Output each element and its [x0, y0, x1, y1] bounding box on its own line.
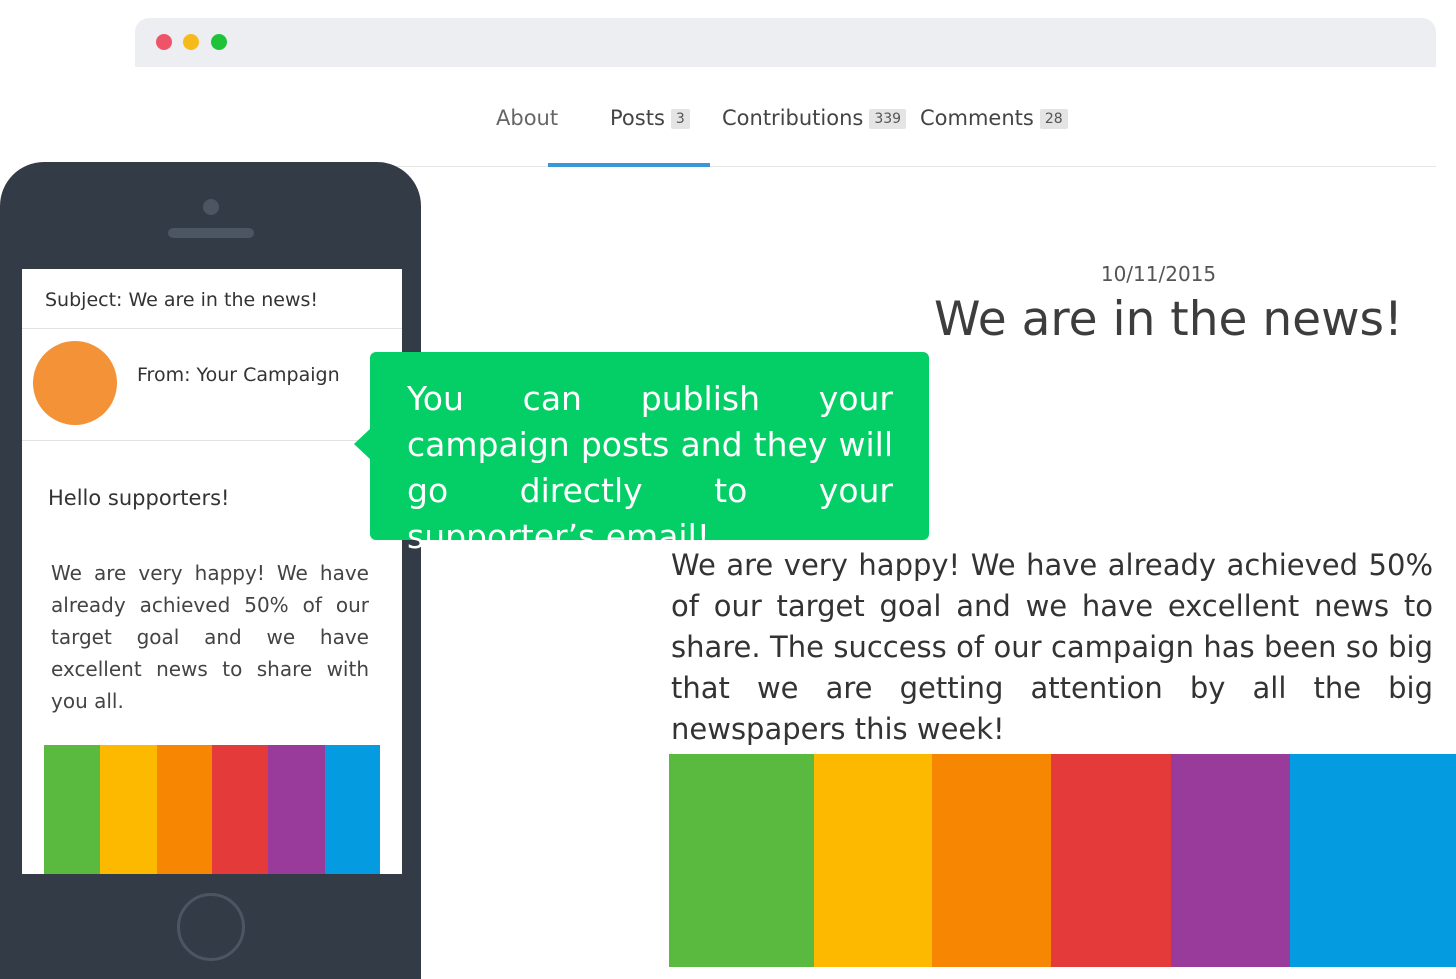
orange-stripe — [932, 754, 1051, 967]
post-title: We are in the news! — [934, 292, 1403, 347]
tab-label: Posts — [610, 106, 665, 130]
yellow-stripe — [814, 754, 932, 967]
purple-stripe — [268, 745, 325, 874]
posts-count-badge: 3 — [670, 109, 690, 129]
email-greeting: Hello supporters! — [48, 486, 230, 510]
tab-label: About — [496, 106, 559, 130]
tab-about[interactable]: About — [496, 67, 558, 166]
minimize-window-button[interactable] — [183, 34, 199, 50]
purple-stripe — [1171, 754, 1290, 967]
post-banner-image — [669, 754, 1456, 967]
browser-title-bar — [135, 18, 1436, 67]
yellow-stripe — [100, 745, 157, 874]
email-banner-image — [44, 745, 380, 874]
email-from: From: Your Campaign — [137, 364, 340, 386]
tab-label: Contributions — [722, 106, 864, 130]
info-callout: You can publish your campaign posts and … — [354, 352, 929, 556]
green-stripe — [669, 754, 814, 967]
speaker-icon — [168, 228, 254, 238]
tab-comments[interactable]: Comments 28 — [920, 67, 1068, 166]
tab-posts[interactable]: Posts 3 — [610, 67, 690, 166]
email-preview: Subject: We are in the news! From: Your … — [22, 269, 402, 874]
blue-stripe — [1290, 754, 1456, 967]
email-from-row: From: Your Campaign — [22, 330, 402, 441]
phone-mockup: Subject: We are in the news! From: Your … — [0, 162, 421, 979]
orange-stripe — [157, 745, 212, 874]
close-window-button[interactable] — [156, 34, 172, 50]
callout-pointer — [354, 428, 371, 460]
post-body: We are very happy! We have already achie… — [671, 548, 1433, 746]
red-stripe — [1051, 754, 1171, 967]
profile-tabs: About Posts 3 Contributions 339 Comments 28 — [135, 67, 1436, 167]
email-body: We are very happy! We have already achie… — [51, 561, 369, 713]
green-stripe — [44, 745, 100, 874]
post-date: 10/11/2015 — [1100, 262, 1217, 286]
comments-count-badge: 28 — [1039, 109, 1068, 129]
tab-label: Comments — [920, 106, 1034, 130]
email-subject: Subject: We are in the news! — [22, 269, 402, 329]
camera-icon — [203, 199, 219, 215]
avatar — [33, 341, 117, 425]
red-stripe — [212, 745, 268, 874]
contributions-count-badge: 339 — [869, 109, 907, 129]
tab-contributions[interactable]: Contributions 339 — [722, 67, 907, 166]
blue-stripe — [325, 745, 380, 874]
home-button-icon — [177, 893, 245, 961]
maximize-window-button[interactable] — [211, 34, 227, 50]
callout-text: You can publish your campaign posts and … — [407, 379, 893, 556]
active-tab-indicator — [548, 163, 710, 167]
